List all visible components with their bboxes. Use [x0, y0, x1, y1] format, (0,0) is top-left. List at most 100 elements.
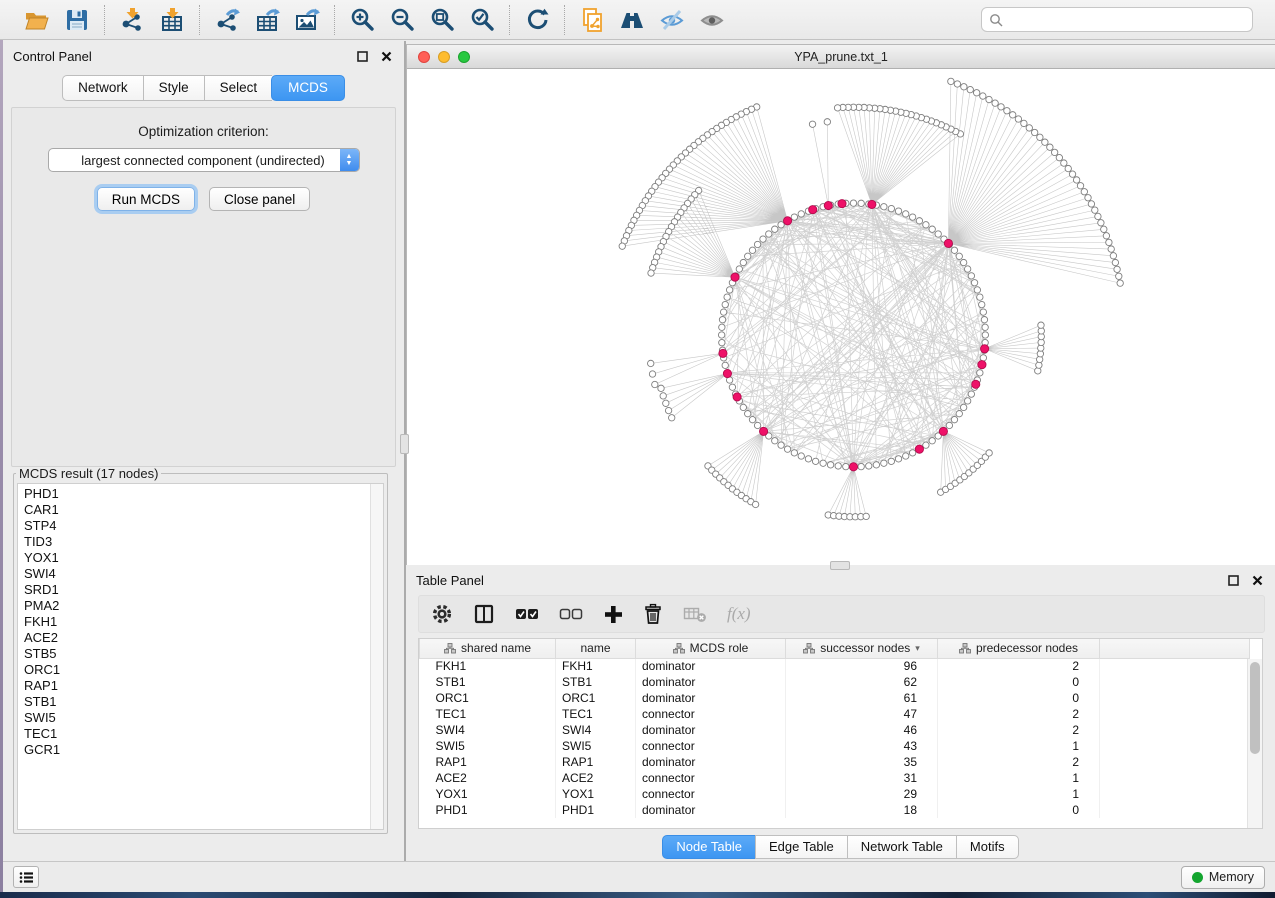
column-header-successor-nodes[interactable]: successor nodes▾	[786, 639, 938, 658]
result-node-item[interactable]: STP4	[24, 518, 383, 534]
tab-select[interactable]: Select	[204, 75, 273, 101]
result-node-item[interactable]: STB1	[24, 694, 383, 710]
show-columns-icon[interactable]	[473, 603, 495, 625]
table-row[interactable]: TEC1TEC1connector472	[420, 706, 1250, 722]
result-node-item[interactable]: FKH1	[24, 614, 383, 630]
network-canvas[interactable]	[407, 69, 1275, 565]
tab-network[interactable]: Network	[62, 75, 143, 101]
result-node-item[interactable]: ORC1	[24, 662, 383, 678]
mcds-tab-content: Optimization criterion: largest connecte…	[11, 107, 396, 467]
memory-status-dot	[1192, 872, 1203, 883]
desktop-wallpaper-left-edge	[0, 40, 3, 893]
table-row[interactable]: FKH1FKH1dominator962	[420, 658, 1250, 674]
zoom-fit-icon[interactable]	[425, 4, 459, 36]
column-header-shared-name[interactable]: shared name	[420, 639, 556, 658]
table-settings-gear-icon[interactable]	[431, 603, 453, 625]
tab-style[interactable]: Style	[143, 75, 204, 101]
new-network-from-selection-icon[interactable]	[575, 4, 609, 36]
table-row[interactable]: RAP1RAP1dominator352	[420, 754, 1250, 770]
export-network-icon[interactable]	[210, 4, 244, 36]
close-panel-icon[interactable]	[378, 48, 394, 64]
table-tabs: Node TableEdge TableNetwork TableMotifs	[406, 835, 1275, 859]
optimization-criterion-label: Optimization criterion:	[12, 124, 395, 139]
criterion-dropdown[interactable]: largest connected component (undirected)…	[48, 148, 360, 172]
result-list-scrollbar[interactable]	[370, 484, 383, 829]
apply-layout-icon[interactable]	[520, 4, 554, 36]
tab-mcds[interactable]: MCDS	[271, 75, 345, 101]
zoom-selected-icon[interactable]	[465, 4, 499, 36]
table-row[interactable]: YOX1YOX1connector291	[420, 786, 1250, 802]
hide-selected-icon[interactable]	[655, 4, 689, 36]
first-neighbors-icon[interactable]	[615, 4, 649, 36]
float-panel-icon[interactable]	[354, 48, 370, 64]
table-scrollbar[interactable]	[1247, 659, 1262, 828]
result-node-item[interactable]: STB5	[24, 646, 383, 662]
result-node-item[interactable]: SWI4	[24, 566, 383, 582]
mcds-result-title: MCDS result (17 nodes)	[16, 466, 161, 481]
import-table-icon[interactable]	[155, 4, 189, 36]
result-node-item[interactable]: PHD1	[24, 486, 383, 502]
memory-button-label: Memory	[1209, 870, 1254, 884]
mcds-result-list[interactable]: PHD1CAR1STP4TID3YOX1SWI4SRD1PMA2FKH1ACE2…	[17, 483, 384, 830]
result-node-item[interactable]: SWI5	[24, 710, 383, 726]
select-all-rows-icon[interactable]	[515, 606, 539, 622]
column-header-name[interactable]: name	[556, 639, 636, 658]
network-window-title: YPA_prune.txt_1	[407, 50, 1275, 64]
column-header-predecessor-nodes[interactable]: predecessor nodes	[938, 639, 1100, 658]
function-builder-icon-disabled: f(x)	[727, 604, 751, 624]
result-node-item[interactable]: YOX1	[24, 550, 383, 566]
search-field[interactable]	[981, 7, 1253, 32]
result-node-item[interactable]: RAP1	[24, 678, 383, 694]
network-window-titlebar[interactable]: YPA_prune.txt_1	[407, 45, 1275, 69]
table-scrollbar-thumb[interactable]	[1250, 662, 1260, 754]
search-area	[981, 7, 1253, 32]
import-network-icon[interactable]	[115, 4, 149, 36]
table-row[interactable]: ACE2ACE2connector311	[420, 770, 1250, 786]
column-header-MCDS-role[interactable]: MCDS role	[636, 639, 786, 658]
tab-network-table[interactable]: Network Table	[847, 835, 956, 859]
zoom-in-icon[interactable]	[345, 4, 379, 36]
run-mcds-button[interactable]: Run MCDS	[97, 187, 195, 211]
close-panel-button[interactable]: Close panel	[209, 187, 310, 211]
result-node-item[interactable]: CAR1	[24, 502, 383, 518]
result-node-item[interactable]: SRD1	[24, 582, 383, 598]
horizontal-splitter-handle[interactable]	[830, 561, 850, 570]
close-table-panel-icon[interactable]	[1249, 572, 1265, 588]
main-toolbar	[0, 0, 1275, 40]
export-table-icon[interactable]	[250, 4, 284, 36]
zoom-out-icon[interactable]	[385, 4, 419, 36]
tab-node-table[interactable]: Node Table	[662, 835, 755, 859]
create-column-plus-icon[interactable]	[603, 604, 623, 624]
table-panel-title: Table Panel	[416, 573, 484, 588]
search-input[interactable]	[1008, 13, 1245, 27]
table-row[interactable]: SWI4SWI4dominator462	[420, 722, 1250, 738]
delete-column-trash-icon[interactable]	[643, 603, 663, 625]
export-image-icon[interactable]	[290, 4, 324, 36]
criterion-dropdown-value: largest connected component (undirected)	[49, 153, 340, 168]
tab-edge-table[interactable]: Edge Table	[755, 835, 847, 859]
result-node-item[interactable]: GCR1	[24, 742, 383, 758]
result-node-item[interactable]: PMA2	[24, 598, 383, 614]
control-panel: Control Panel NetworkStyleSelectMCDS Opt…	[3, 41, 404, 862]
table-row[interactable]: STB1STB1dominator620	[420, 674, 1250, 690]
column-header-filler	[1100, 639, 1250, 658]
tab-motifs[interactable]: Motifs	[956, 835, 1019, 859]
desktop-wallpaper-bottom-edge	[0, 892, 1275, 898]
task-history-button[interactable]	[13, 866, 39, 888]
result-node-item[interactable]: TID3	[24, 534, 383, 550]
node-table[interactable]: shared namenameMCDS rolesuccessor nodes▾…	[418, 638, 1263, 829]
memory-button[interactable]: Memory	[1181, 866, 1265, 889]
save-session-icon[interactable]	[60, 4, 94, 36]
result-node-item[interactable]: ACE2	[24, 630, 383, 646]
control-panel-tabs: NetworkStyleSelectMCDS	[3, 75, 404, 101]
result-node-item[interactable]: TEC1	[24, 726, 383, 742]
show-all-icon[interactable]	[695, 4, 729, 36]
open-session-icon[interactable]	[20, 4, 54, 36]
table-row[interactable]: ORC1ORC1dominator610	[420, 690, 1250, 706]
float-table-panel-icon[interactable]	[1225, 572, 1241, 588]
deselect-all-rows-icon[interactable]	[559, 606, 583, 622]
vertical-splitter-handle[interactable]	[400, 434, 409, 454]
network-region: YPA_prune.txt_1	[406, 41, 1275, 565]
table-row[interactable]: SWI5SWI5connector431	[420, 738, 1250, 754]
table-row[interactable]: PHD1PHD1dominator180	[420, 802, 1250, 818]
